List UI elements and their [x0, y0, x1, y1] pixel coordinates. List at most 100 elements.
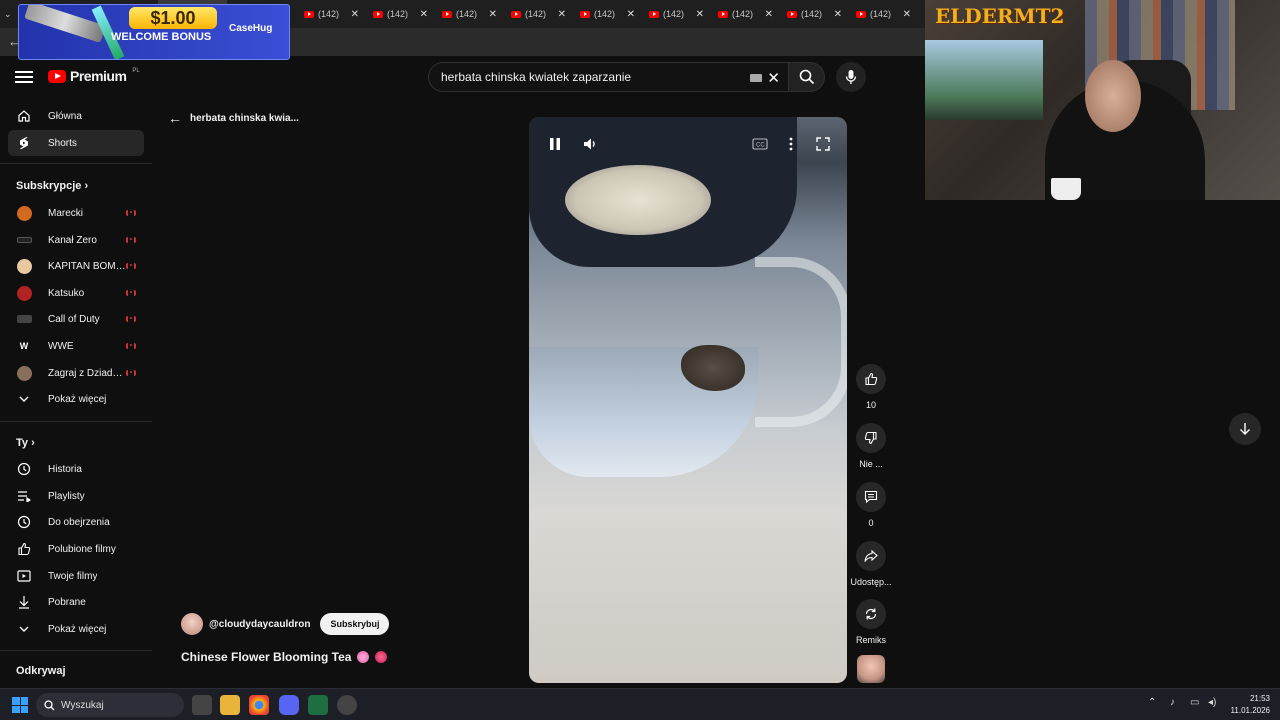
sidebar-item-history[interactable]: Historia: [8, 456, 144, 482]
task-view-icon[interactable]: [192, 695, 212, 715]
sidebar-item-subscription[interactable]: W WWE: [8, 333, 144, 359]
close-tab-icon[interactable]: ✕: [834, 9, 842, 20]
sidebar-item-shorts[interactable]: Shorts: [8, 130, 144, 156]
close-tab-icon[interactable]: ✕: [420, 9, 428, 20]
captions-icon[interactable]: CC: [749, 135, 771, 153]
remix-button[interactable]: [856, 599, 886, 629]
more-options-icon[interactable]: [783, 135, 799, 153]
sidebar-item-subscription[interactable]: Zagraj z Dziadkie...: [8, 360, 144, 386]
search-button[interactable]: [789, 62, 825, 92]
browser-tab-label: (142): [387, 9, 409, 19]
comments-button[interactable]: [856, 482, 886, 512]
discord-icon[interactable]: [279, 695, 299, 715]
history-icon: [16, 461, 32, 477]
sidebar-show-more[interactable]: Pokaż więcej: [8, 386, 144, 412]
sidebar-item-subscription[interactable]: Call of Duty: [8, 306, 144, 332]
live-icon: [126, 370, 136, 376]
close-tab-icon[interactable]: ✕: [765, 9, 773, 20]
app-icon[interactable]: [337, 695, 357, 715]
ad-bonus-text: WELCOME BONUS: [111, 31, 212, 43]
browser-tab[interactable]: (142) ✕: [779, 0, 848, 28]
sidebar-item-your-videos[interactable]: Twoje filmy: [8, 563, 144, 589]
chevron-right-icon: ›: [84, 180, 89, 192]
browser-tab-label: (142): [594, 9, 616, 19]
sidebar-item-label: Do obejrzenia: [48, 516, 110, 528]
download-icon: [16, 594, 32, 610]
sidebar-item-subscription[interactable]: Marecki: [8, 200, 144, 226]
shorts-video-player[interactable]: CC: [529, 117, 847, 683]
channel-handle[interactable]: @cloudydaycauldron: [209, 619, 310, 630]
live-icon: [126, 263, 136, 269]
chrome-icon[interactable]: [249, 695, 269, 715]
you-heading[interactable]: Ty ›: [16, 437, 35, 449]
menu-icon[interactable]: [14, 68, 34, 86]
flower-emoji-icon: [357, 651, 370, 663]
channel-avatar[interactable]: [181, 613, 203, 635]
remix-label: Remiks: [855, 635, 886, 645]
sidebar-item-watch-later[interactable]: Do obejrzenia: [8, 509, 144, 535]
comments-count: 0: [868, 518, 874, 528]
webcam-overlay: ELDERMT2: [925, 0, 1280, 200]
browser-tab[interactable]: (142) ✕: [296, 0, 365, 28]
pause-icon[interactable]: [545, 135, 565, 153]
clear-search-icon[interactable]: ✕: [767, 69, 780, 87]
share-action: Udostęp...: [848, 541, 894, 587]
voice-search-button[interactable]: [836, 62, 866, 92]
search-input[interactable]: herbata chinska kwiatek zaparzanie ✕: [428, 62, 789, 92]
windows-start-icon[interactable]: [12, 697, 28, 713]
browser-tab[interactable]: (142) ✕: [710, 0, 779, 28]
like-icon: [16, 541, 32, 557]
search-icon: [44, 699, 55, 710]
browser-tab[interactable]: (142) ✕: [365, 0, 434, 28]
subscribe-button[interactable]: Subskrybuj: [320, 613, 390, 635]
youtube-premium-logo[interactable]: Premium PL: [48, 68, 140, 84]
close-tab-icon[interactable]: ✕: [696, 9, 704, 20]
sidebar-item-subscription[interactable]: KAPITAN BOMB...: [8, 253, 144, 279]
browser-tab[interactable]: (142) ✕: [503, 0, 572, 28]
close-tab-icon[interactable]: ✕: [558, 9, 566, 20]
excel-icon[interactable]: [308, 695, 328, 715]
network-icon[interactable]: ▭: [1190, 697, 1199, 708]
browser-tab[interactable]: (142) ✕: [848, 0, 917, 28]
close-tab-icon[interactable]: ✕: [351, 9, 359, 20]
tab-search-button[interactable]: ⌄: [0, 0, 20, 28]
search-icon: [799, 69, 814, 85]
ad-banner[interactable]: $1.00 WELCOME BONUS CaseHug: [18, 4, 290, 60]
microphone-icon[interactable]: ♪: [1170, 697, 1175, 708]
comment-icon: [864, 490, 878, 504]
subscriptions-heading[interactable]: Subskrypcje ›: [16, 180, 88, 192]
keyboard-icon[interactable]: [750, 74, 762, 82]
clock-time: 21:53: [1249, 694, 1270, 703]
browser-tab-label: (142): [525, 9, 547, 19]
file-explorer-icon[interactable]: [220, 695, 240, 715]
sidebar-item-home[interactable]: Główna: [8, 103, 144, 129]
dislike-button[interactable]: [856, 423, 886, 453]
browser-tab[interactable]: (142) ✕: [641, 0, 710, 28]
browser-tab[interactable]: (142) ✕: [572, 0, 641, 28]
sidebar-item-liked[interactable]: Polubione filmy: [8, 536, 144, 562]
browser-tab[interactable]: (142) ✕: [434, 0, 503, 28]
sidebar-item-subscription[interactable]: Kanał Zero: [8, 227, 144, 253]
volume-icon[interactable]: ◂): [1208, 697, 1216, 708]
sidebar-show-more[interactable]: Pokaż więcej: [8, 616, 144, 642]
close-tab-icon[interactable]: ✕: [903, 9, 911, 20]
sidebar-item-subscription[interactable]: Katsuko: [8, 280, 144, 306]
next-video-button[interactable]: [1229, 413, 1261, 445]
sidebar-item-label: Shorts: [48, 137, 77, 149]
share-button[interactable]: [856, 541, 886, 571]
taskbar-search[interactable]: Wyszukaj: [36, 693, 184, 717]
sound-avatar[interactable]: [857, 655, 885, 683]
volume-icon[interactable]: [581, 135, 601, 153]
like-button[interactable]: [856, 364, 886, 394]
sidebar-item-downloads[interactable]: Pobrane: [8, 589, 144, 615]
close-tab-icon[interactable]: ✕: [627, 9, 635, 20]
taskbar-clock[interactable]: 21:53 11.01.2026: [1231, 693, 1270, 717]
close-tab-icon[interactable]: ✕: [489, 9, 497, 20]
sidebar-divider: [0, 650, 152, 651]
fullscreen-icon[interactable]: [813, 135, 833, 153]
sidebar-item-playlists[interactable]: Playlisty: [8, 483, 144, 509]
chevron-up-icon[interactable]: ⌃: [1148, 697, 1156, 708]
live-icon: [126, 210, 136, 216]
remix-icon: [865, 608, 877, 620]
back-button[interactable]: ← herbata chinska kwia...: [168, 110, 299, 126]
